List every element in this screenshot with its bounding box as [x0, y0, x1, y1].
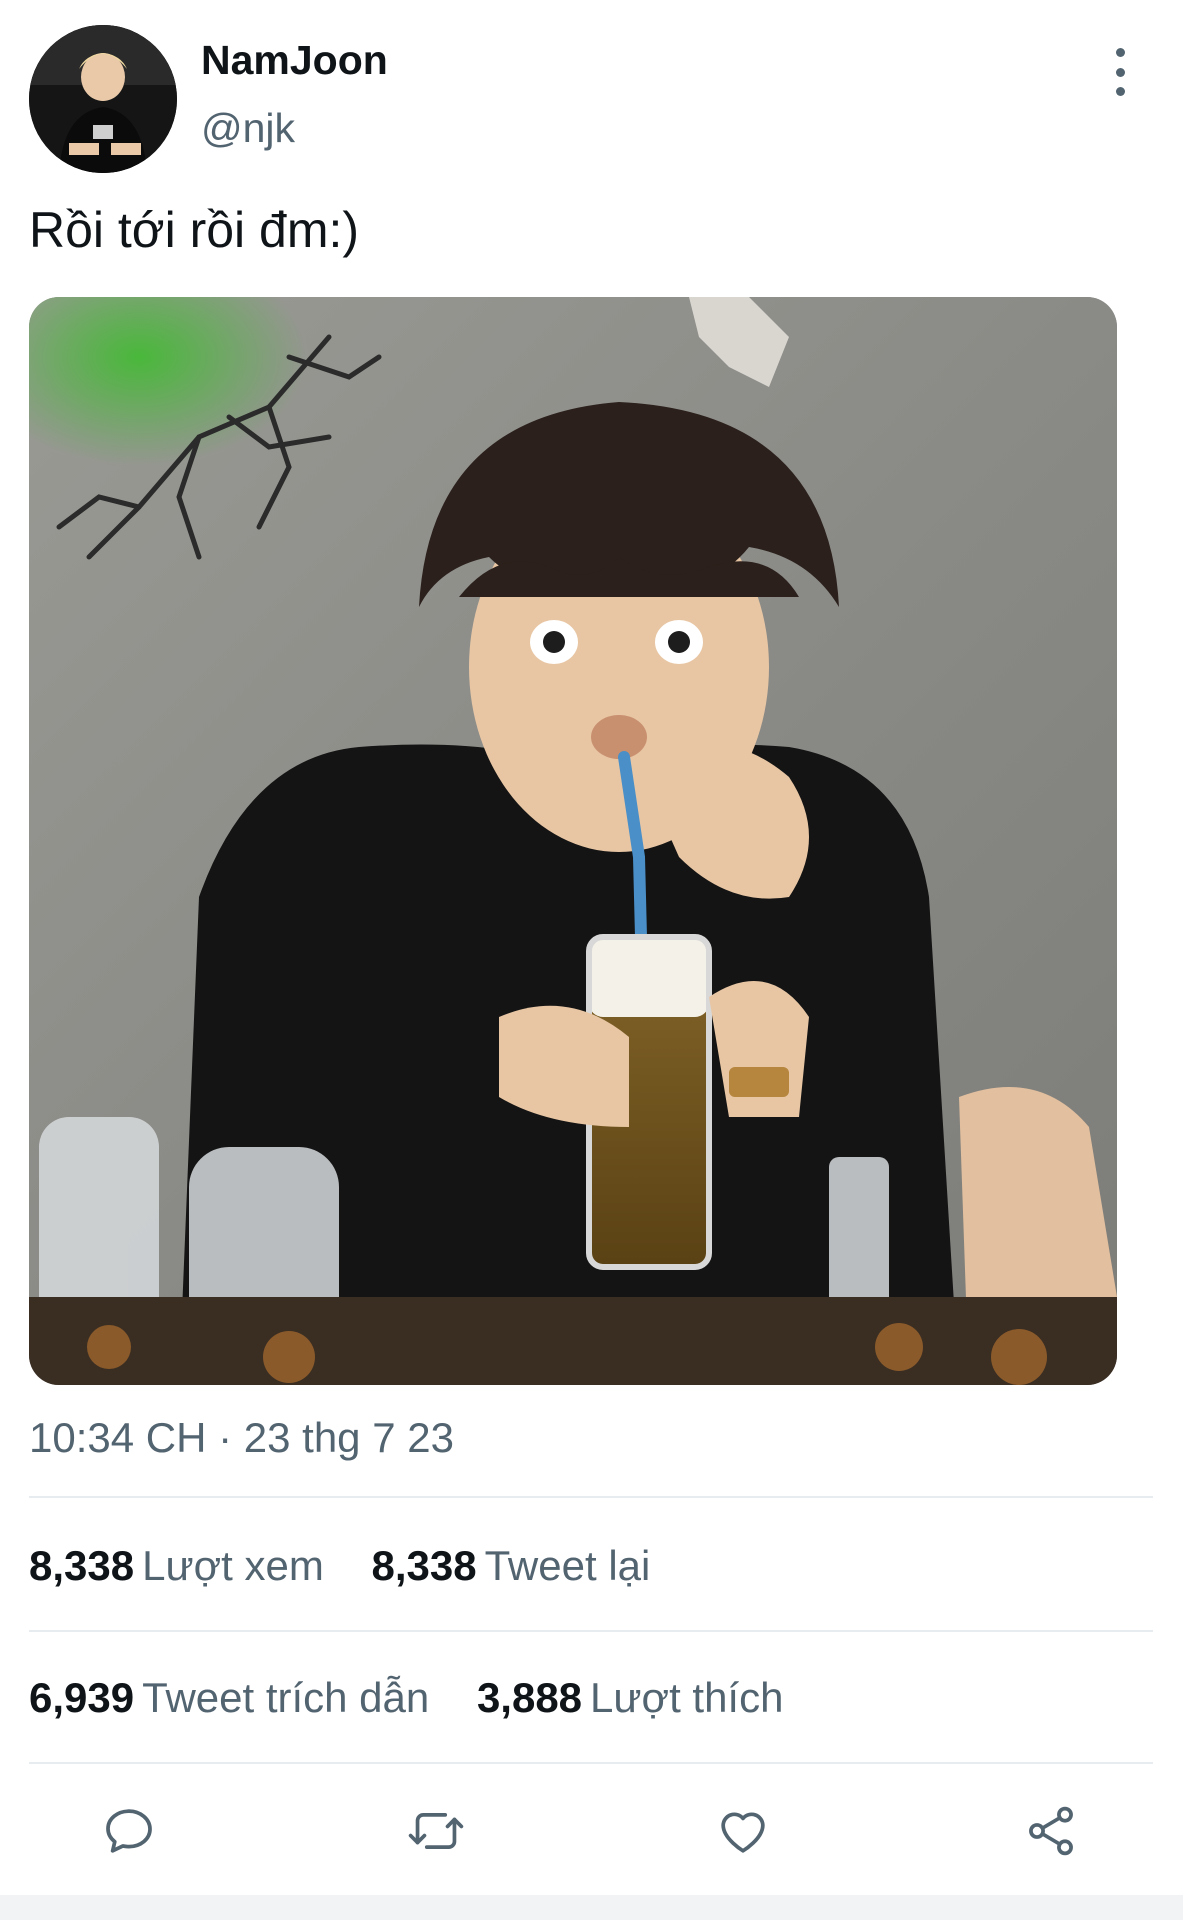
quotes-label: Tweet trích dẫn: [142, 1674, 430, 1721]
more-options-icon[interactable]: [1100, 48, 1140, 96]
retweet-icon: [408, 1813, 464, 1849]
more-dot: [1115, 67, 1125, 77]
quotes-stat[interactable]: 6,939 Tweet trích dẫn: [29, 1673, 429, 1723]
more-dot: [1115, 87, 1125, 96]
likes-count: 3,888: [476, 1674, 583, 1721]
heart-icon: [721, 1812, 765, 1853]
views-label: Lượt xem: [142, 1542, 324, 1589]
like-button[interactable]: [712, 1800, 774, 1862]
photo-illustration: [29, 297, 1117, 1385]
stats-row-2: 6,939 Tweet trích dẫn 3,888 Lượt thích: [29, 1673, 819, 1723]
tweet-text: Rồi tới rồi đm:): [29, 202, 360, 258]
retweet-button[interactable]: [405, 1800, 467, 1862]
tweet-media-photo[interactable]: [29, 297, 1117, 1385]
stats-row-1: 8,338 Lượt xem 8,338 Tweet lại: [29, 1541, 686, 1591]
author-handle[interactable]: @njk: [201, 104, 295, 152]
divider: [29, 1762, 1153, 1764]
tweet-timestamp[interactable]: 10:34 CH · 23 thg 7 23: [29, 1412, 454, 1464]
quotes-count: 6,939: [29, 1674, 135, 1721]
reply-icon: [106, 1809, 152, 1853]
tweet-action-bar: [0, 1800, 1183, 1862]
more-dot: [1115, 48, 1125, 57]
retweets-count: 8,338: [371, 1542, 477, 1589]
views-stat[interactable]: 8,338 Lượt xem: [29, 1541, 324, 1591]
reply-button[interactable]: [98, 1800, 160, 1862]
views-count: 8,338: [29, 1542, 135, 1589]
divider: [29, 1496, 1153, 1498]
retweets-stat[interactable]: 8,338 Tweet lại: [371, 1541, 650, 1591]
author-avatar[interactable]: [29, 25, 177, 173]
likes-label: Lượt thích: [590, 1674, 784, 1721]
avatar-image: [29, 25, 177, 173]
divider: [29, 1630, 1153, 1632]
likes-stat[interactable]: 3,888 Lượt thích: [477, 1673, 784, 1723]
share-icon: [1029, 1806, 1073, 1856]
share-button[interactable]: [1020, 1800, 1082, 1862]
retweets-label: Tweet lại: [484, 1542, 651, 1589]
bottom-edge: [0, 1895, 1183, 1920]
author-display-name[interactable]: NamJoon: [201, 36, 388, 84]
